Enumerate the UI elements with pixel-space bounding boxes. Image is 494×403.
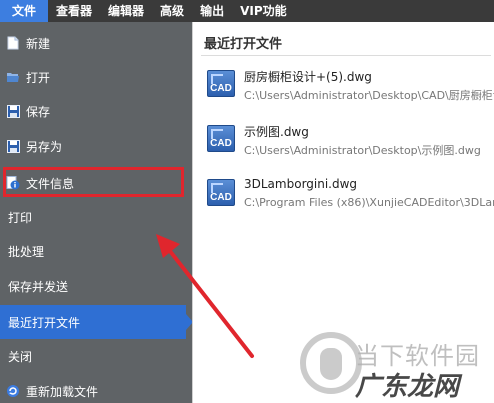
- divider: [201, 55, 491, 56]
- menu-file[interactable]: 文件: [0, 0, 49, 22]
- menu-viewer[interactable]: 查看器: [48, 0, 100, 22]
- sidebar-item-label: 关闭: [8, 349, 33, 364]
- cad-file-icon: CAD: [207, 125, 235, 152]
- recent-file-item[interactable]: CAD 示例图.dwg C:\Users\Administrator\Deskt…: [207, 121, 494, 161]
- sidebar-item-label: 打印: [8, 210, 33, 225]
- save-disk-icon: [6, 104, 20, 118]
- menu-advanced[interactable]: 高级: [152, 0, 192, 22]
- sidebar-item-save[interactable]: 保存: [0, 94, 192, 128]
- file-path: C:\Users\Administrator\Desktop\CAD\厨房橱柜设…: [244, 89, 494, 102]
- sidebar-item-label: 另存为: [26, 139, 63, 154]
- sidebar-item-label: 打开: [26, 70, 51, 85]
- file-name: 示例图.dwg: [244, 125, 309, 139]
- menu-editor[interactable]: 编辑器: [100, 0, 152, 22]
- file-name: 3DLamborgini.dwg: [244, 177, 358, 191]
- save-as-disk-icon: [6, 139, 20, 153]
- sidebar-item-print[interactable]: 打印: [0, 200, 192, 234]
- watermark-bottom-text: 广东龙网: [355, 372, 460, 402]
- annotation-arrow-icon: [156, 234, 254, 358]
- sidebar-item-reload[interactable]: 重新加载文件: [0, 374, 192, 403]
- cad-file-icon: CAD: [207, 179, 235, 206]
- sidebar-item-label: 新建: [26, 36, 51, 51]
- sidebar-item-label: 重新加载文件: [26, 384, 99, 399]
- open-folder-icon: [6, 70, 20, 84]
- annotation-highlight-box: [3, 167, 184, 197]
- watermark-logo-icon: [300, 332, 362, 394]
- sidebar-item-save-as[interactable]: 另存为: [0, 129, 192, 163]
- menu-output[interactable]: 输出: [192, 0, 232, 22]
- sidebar-item-label: 保存并发送: [8, 279, 69, 294]
- recent-file-item[interactable]: CAD 厨房橱柜设计+(5).dwg C:\Users\Administrato…: [207, 66, 494, 106]
- watermark: 当下软件园 广东龙网: [300, 330, 490, 402]
- file-path: C:\Users\Administrator\Desktop\示例图.dwg: [244, 144, 481, 157]
- reload-icon: [6, 384, 20, 398]
- menu-vip[interactable]: VIP功能: [232, 0, 295, 22]
- sidebar-item-label: 批处理: [8, 244, 45, 259]
- file-path: C:\Program Files (x86)\XunjieCADEditor\3…: [244, 196, 494, 209]
- sidebar-item-new[interactable]: 新建: [0, 26, 192, 60]
- recent-file-item[interactable]: CAD 3DLamborgini.dwg C:\Program Files (x…: [207, 175, 494, 215]
- sidebar-item-label: 保存: [26, 104, 51, 119]
- new-file-icon: [6, 36, 20, 50]
- sidebar-item-open[interactable]: 打开: [0, 60, 192, 94]
- sidebar-item-label: 最近打开文件: [8, 315, 81, 330]
- cad-file-icon: CAD: [207, 70, 235, 97]
- menubar: 文件 查看器 编辑器 高级 输出 VIP功能: [0, 0, 494, 22]
- file-name: 厨房橱柜设计+(5).dwg: [244, 70, 372, 84]
- panel-title: 最近打开文件: [204, 37, 283, 52]
